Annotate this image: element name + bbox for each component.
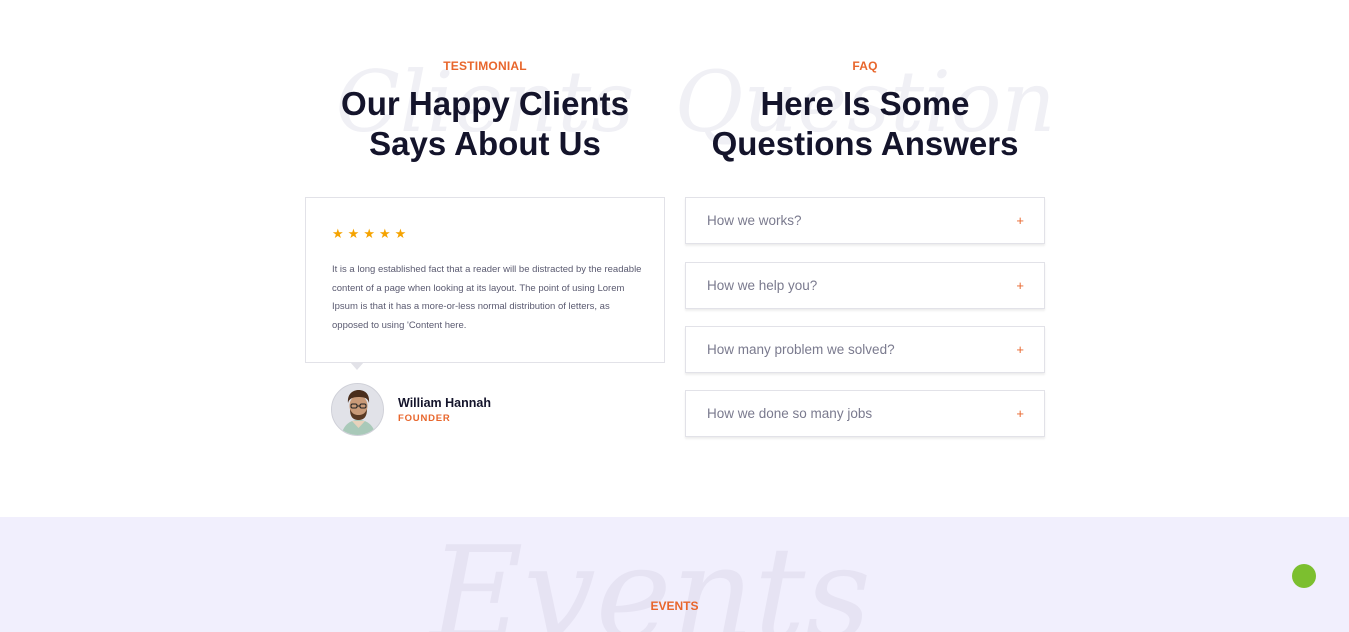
star-rating: ★ ★ ★ ★ ★ [332, 227, 406, 240]
testimonial-heading-line1: Our Happy Clients [341, 85, 629, 122]
star-icon: ★ [347, 226, 360, 241]
plus-icon[interactable]: + [1016, 278, 1024, 293]
faq-eyebrow: FAQ [852, 59, 878, 73]
star-icon: ★ [332, 226, 344, 241]
testimonial-author: William Hannah FOUNDER [331, 383, 491, 436]
plus-icon[interactable]: + [1016, 406, 1024, 421]
author-info: William Hannah FOUNDER [398, 396, 491, 424]
star-icon: ★ [394, 226, 407, 241]
faq-heading-line1: Here Is Some [760, 85, 970, 122]
star-icon: ★ [378, 226, 391, 241]
author-name: William Hannah [398, 395, 491, 410]
events-section: Events EVENTS [0, 517, 1349, 632]
testimonial-faq-section: Clients TESTIMONIAL Our Happy Clients Sa… [0, 0, 1349, 517]
testimonial-heading: Our Happy Clients Says About Us [285, 84, 685, 164]
card-pointer [350, 362, 364, 370]
events-watermark: Events [430, 520, 872, 632]
faq-question: How we works? [707, 213, 802, 228]
plus-icon[interactable]: + [1016, 213, 1024, 228]
avatar-portrait-icon [332, 384, 383, 435]
faq-question: How we help you? [707, 278, 818, 293]
faq-question: How we done so many jobs [707, 406, 873, 421]
avatar [331, 383, 384, 436]
faq-item-how-many-problems[interactable]: How many problem we solved? + [685, 326, 1045, 373]
testimonial-quote: It is a long established fact that a rea… [332, 264, 642, 331]
testimonial-card: ★ ★ ★ ★ ★ It is a long established fact that… [305, 197, 665, 370]
testimonial-heading-line2: Says About Us [369, 125, 601, 162]
author-role: FOUNDER [398, 412, 451, 424]
faq-item-how-we-help-you[interactable]: How we help you? + [685, 262, 1045, 309]
events-eyebrow: EVENTS [650, 599, 699, 613]
scroll-to-top-button[interactable] [1292, 564, 1316, 588]
faq-item-how-we-works[interactable]: How we works? + [685, 197, 1045, 244]
testimonial-eyebrow: TESTIMONIAL [443, 59, 527, 73]
plus-icon[interactable]: + [1016, 342, 1024, 357]
faq-question: How many problem we solved? [707, 342, 895, 357]
faq-heading-line2: Questions Answers [711, 125, 1019, 162]
star-icon: ★ [363, 226, 375, 241]
faq-item-how-we-done-jobs[interactable]: How we done so many jobs + [685, 390, 1045, 437]
faq-heading: Here Is Some Questions Answers [665, 84, 1065, 164]
page: Clients TESTIMONIAL Our Happy Clients Sa… [0, 0, 1349, 632]
